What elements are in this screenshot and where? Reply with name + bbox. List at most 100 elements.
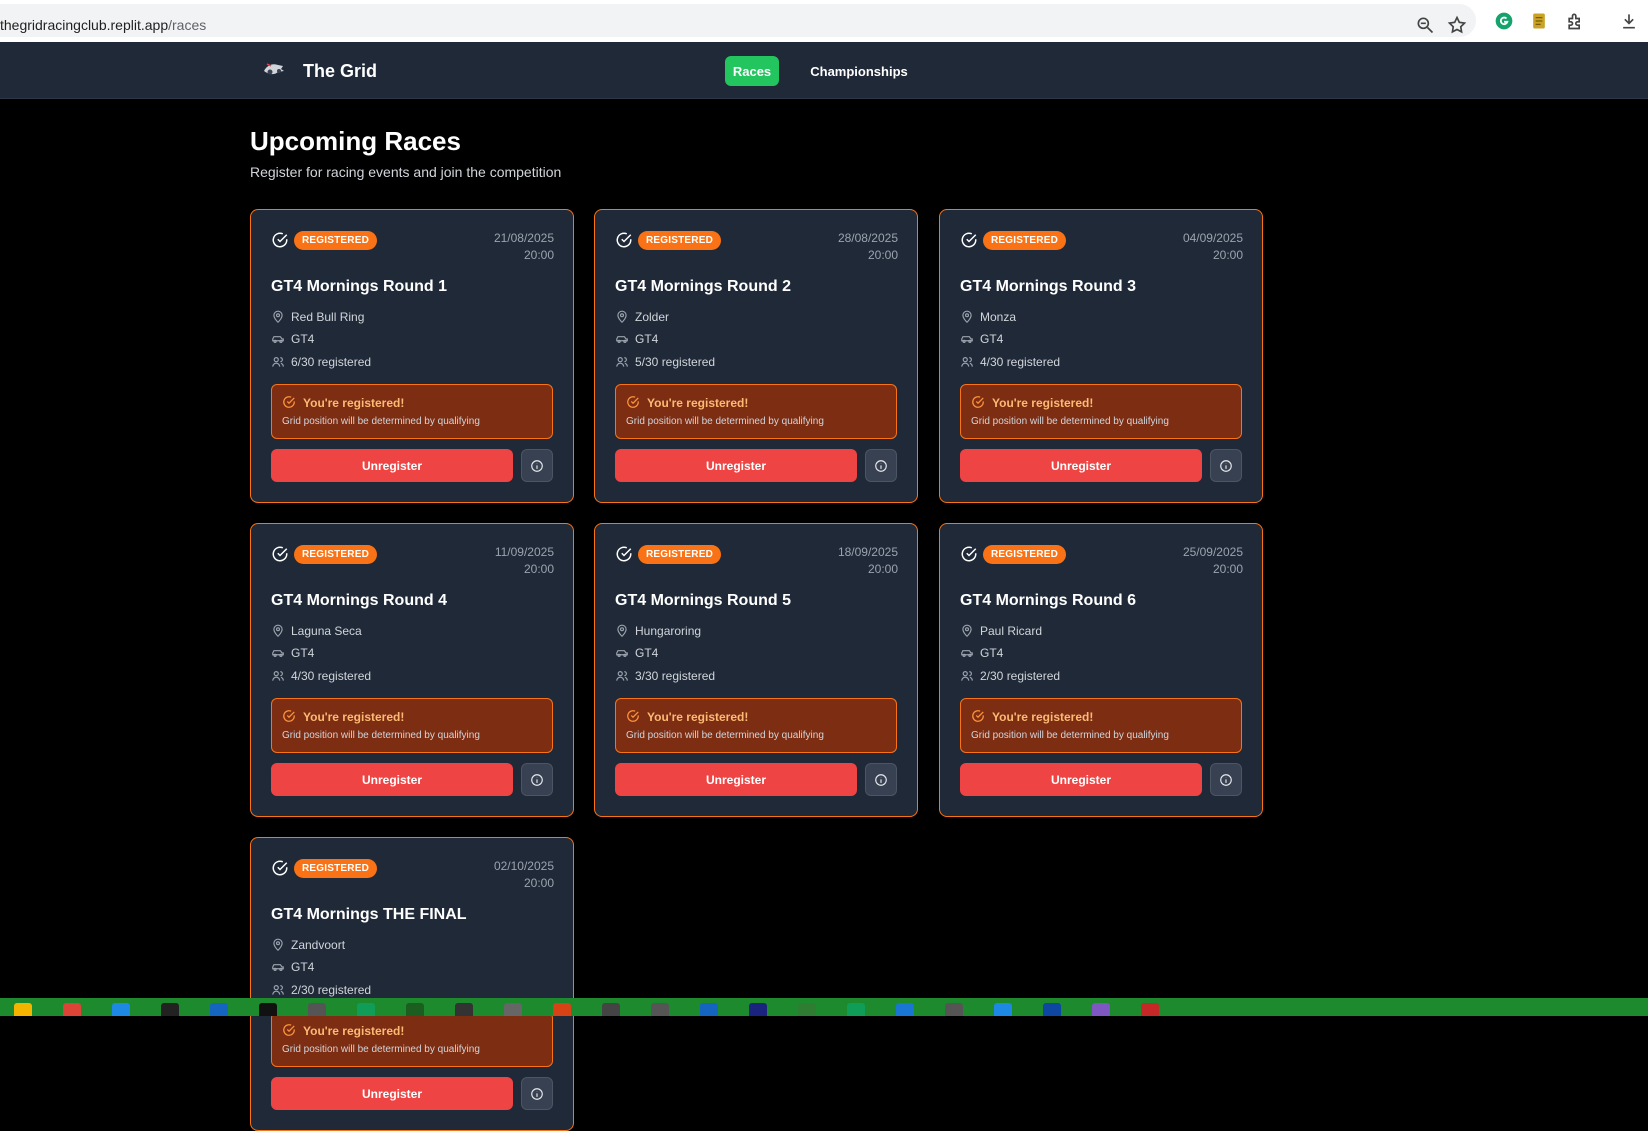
bookmark-star-icon[interactable] xyxy=(1445,13,1469,37)
race-track-label: Laguna Seca xyxy=(291,624,362,638)
info-button[interactable] xyxy=(865,763,897,796)
brand-name[interactable]: The Grid xyxy=(303,61,377,82)
taskbar-app-icon[interactable] xyxy=(308,1003,326,1016)
race-track: Zandvoort xyxy=(271,938,345,952)
taskbar-app-icon[interactable] xyxy=(651,1003,669,1016)
nav-races-tab[interactable]: Races xyxy=(725,56,779,86)
race-date: 11/09/2025 xyxy=(494,545,554,559)
taskbar-app-icon[interactable] xyxy=(749,1003,767,1016)
race-track-label: Monza xyxy=(980,310,1017,324)
race-class-label: GT4 xyxy=(291,646,315,660)
taskbar-app-icon[interactable] xyxy=(994,1003,1012,1016)
brand-logo-icon[interactable] xyxy=(262,59,286,79)
race-registrations-label: 4/30 registered xyxy=(980,355,1061,369)
info-button[interactable] xyxy=(521,449,553,482)
taskbar-app-icon[interactable] xyxy=(1141,1003,1159,1016)
map-pin-icon xyxy=(273,938,283,952)
car-icon xyxy=(616,650,628,657)
notice-subtitle: Grid position will be determined by qual… xyxy=(626,416,824,427)
notice-subtitle: Grid position will be determined by qual… xyxy=(971,416,1169,427)
download-icon[interactable] xyxy=(1617,9,1641,33)
check-circle-icon xyxy=(971,395,985,409)
race-time: 20:00 xyxy=(523,876,554,890)
info-button[interactable] xyxy=(521,1077,553,1110)
race-class-label: GT4 xyxy=(291,332,315,346)
info-icon xyxy=(531,773,543,786)
unregister-button[interactable]: Unregister xyxy=(960,763,1202,796)
race-title: GT4 Mornings Round 1 xyxy=(271,278,447,295)
info-button[interactable] xyxy=(521,763,553,796)
race-registrations-label: 2/30 registered xyxy=(980,669,1061,683)
taskbar-app-icon[interactable] xyxy=(357,1003,375,1016)
check-circle-icon xyxy=(960,231,978,249)
unregister-button[interactable]: Unregister xyxy=(271,1077,513,1110)
race-title: GT4 Mornings Round 6 xyxy=(960,592,1136,609)
nav-championships-tab[interactable]: Championships xyxy=(808,56,910,86)
taskbar-app-icon[interactable] xyxy=(553,1003,571,1016)
registered-notice: You're registered! Grid position will be… xyxy=(960,384,1242,439)
race-date: 28/08/2025 xyxy=(837,231,898,245)
unregister-button[interactable]: Unregister xyxy=(615,763,857,796)
taskbar-app-icon[interactable] xyxy=(210,1003,228,1016)
taskbar-app-icon[interactable] xyxy=(406,1003,424,1016)
info-button[interactable] xyxy=(865,449,897,482)
zoom-icon[interactable] xyxy=(1413,13,1437,37)
race-registrations: 2/30 registered xyxy=(960,669,1060,683)
taskbar-app-icon[interactable] xyxy=(259,1003,277,1016)
check-circle-icon xyxy=(615,545,633,563)
taskbar-app-icon[interactable] xyxy=(14,1003,32,1016)
race-class-label: GT4 xyxy=(291,960,315,974)
taskbar-app-icon[interactable] xyxy=(455,1003,473,1016)
info-button[interactable] xyxy=(1210,763,1242,796)
notice-title: You're registered! xyxy=(647,396,749,410)
race-registrations-label: 6/30 registered xyxy=(291,355,372,369)
taskbar-app-icon[interactable] xyxy=(1043,1003,1061,1016)
race-track: Paul Ricard xyxy=(960,624,1042,638)
extensions-icon[interactable] xyxy=(1563,9,1587,33)
browser-toolbar: thegridracingclub.replit.app/races xyxy=(0,0,1648,42)
map-pin-icon xyxy=(962,624,972,638)
taskbar-app-icon[interactable] xyxy=(161,1003,179,1016)
taskbar-app-icon[interactable] xyxy=(63,1003,81,1016)
check-circle-icon xyxy=(271,231,289,249)
taskbar-app-icon[interactable] xyxy=(847,1003,865,1016)
race-card-5: REGISTERED 18/09/2025 20:00 GT4 Mornings… xyxy=(594,523,918,817)
map-pin-icon xyxy=(273,310,283,324)
race-datetime: 25/09/2025 20:00 xyxy=(1183,544,1243,578)
grammarly-icon[interactable] xyxy=(1492,9,1516,33)
taskbar-app-icon[interactable] xyxy=(945,1003,963,1016)
status-badge: REGISTERED xyxy=(638,545,722,564)
url-text[interactable]: thegridracingclub.replit.app/races xyxy=(0,17,206,33)
status-badge: REGISTERED xyxy=(294,859,378,878)
users-icon xyxy=(272,357,284,367)
clipboard-icon[interactable] xyxy=(1527,9,1551,33)
race-title: GT4 Mornings Round 3 xyxy=(960,278,1136,295)
info-button[interactable] xyxy=(1210,449,1242,482)
race-registrations-label: 5/30 registered xyxy=(635,355,716,369)
registered-notice: You're registered! Grid position will be… xyxy=(271,1012,553,1067)
unregister-button[interactable]: Unregister xyxy=(271,763,513,796)
race-track: Laguna Seca xyxy=(271,624,362,638)
race-track-label: Zolder xyxy=(635,310,670,324)
address-bar[interactable]: thegridracingclub.replit.app/races xyxy=(0,4,1476,37)
race-registrations: 4/30 registered xyxy=(271,669,371,683)
notice-subtitle: Grid position will be determined by qual… xyxy=(282,416,480,427)
notice-title: You're registered! xyxy=(647,710,749,724)
unregister-button[interactable]: Unregister xyxy=(615,449,857,482)
unregister-button[interactable]: Unregister xyxy=(960,449,1202,482)
race-title: GT4 Mornings Round 2 xyxy=(615,278,791,295)
taskbar-app-icon[interactable] xyxy=(504,1003,522,1016)
taskbar-app-icon[interactable] xyxy=(1092,1003,1110,1016)
race-datetime: 02/10/2025 20:00 xyxy=(494,858,554,892)
unregister-button[interactable]: Unregister xyxy=(271,449,513,482)
race-class: GT4 xyxy=(960,646,1003,660)
taskbar-app-icon[interactable] xyxy=(602,1003,620,1016)
taskbar-app-icon[interactable] xyxy=(112,1003,130,1016)
race-date: 02/10/2025 xyxy=(493,859,554,873)
taskbar-app-icon[interactable] xyxy=(798,1003,816,1016)
car-icon xyxy=(616,336,628,343)
taskbar-app-icon[interactable] xyxy=(700,1003,718,1016)
race-date: 25/09/2025 xyxy=(1182,545,1243,559)
taskbar-app-icon[interactable] xyxy=(896,1003,914,1016)
race-card-6: REGISTERED 25/09/2025 20:00 GT4 Mornings… xyxy=(939,523,1263,817)
